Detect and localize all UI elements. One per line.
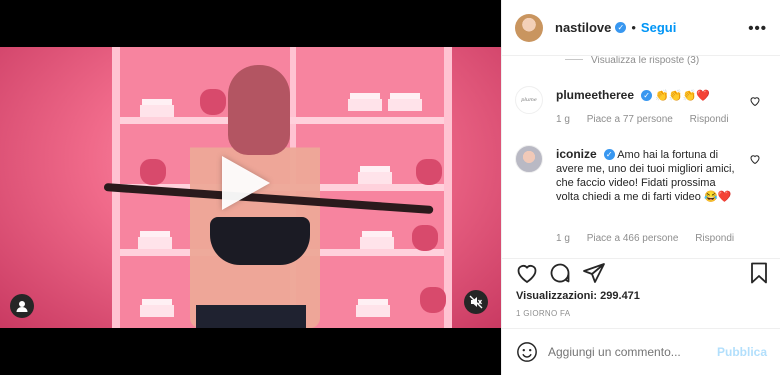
avatar[interactable]: [515, 13, 543, 42]
share-icon[interactable]: [582, 261, 606, 285]
views-label: Visualizzazioni:: [516, 290, 598, 302]
comment-input[interactable]: [548, 345, 717, 359]
follow-button[interactable]: Segui: [641, 20, 676, 35]
post-time[interactable]: 1 GIORNO FA: [516, 309, 570, 318]
comment-text: 👏👏👏❤️: [655, 90, 710, 102]
post-comment-button[interactable]: Pubblica: [717, 345, 767, 359]
user-tag-icon[interactable]: [10, 294, 34, 318]
verified-icon: ✓: [603, 149, 615, 160]
heart-icon[interactable]: [749, 95, 761, 107]
more-icon[interactable]: •••: [748, 20, 767, 37]
bookmark-icon[interactable]: [747, 261, 771, 285]
comment-age: 1 g: [556, 114, 570, 125]
mute-icon[interactable]: [464, 290, 488, 314]
reply-button[interactable]: Rispondi: [695, 233, 734, 244]
comment-age: 1 g: [556, 233, 570, 244]
comment-username[interactable]: iconize: [556, 147, 597, 161]
post-header: nastilove ✓ • Segui •••: [502, 0, 780, 56]
views-value: 299.471: [600, 290, 640, 302]
comment-composer: Pubblica: [502, 328, 780, 375]
post-username[interactable]: nastilove: [555, 20, 611, 35]
comment-meta: 1 g Piace a 77 persone Rispondi: [556, 114, 743, 125]
post-panel: nastilove ✓ • Segui ••• Visualizza le ri…: [501, 0, 780, 375]
comment-icon[interactable]: [548, 261, 572, 285]
views-count[interactable]: Visualizzazioni: 299.471: [516, 290, 640, 302]
verified-icon: ✓: [615, 22, 627, 33]
comment-avatar[interactable]: plume: [515, 86, 543, 114]
comment-likes[interactable]: Piace a 466 persone: [587, 233, 679, 244]
reply-button[interactable]: Rispondi: [690, 114, 729, 125]
view-replies-link[interactable]: Visualizza le risposte (3): [591, 56, 699, 66]
post-actions: Visualizzazioni: 299.471 1 GIORNO FA: [502, 258, 780, 320]
comment-likes[interactable]: Piace a 77 persone: [587, 114, 673, 125]
separator-dot: •: [631, 20, 636, 35]
video-player[interactable]: [0, 0, 501, 375]
comments-list[interactable]: Visualizza le risposte (3) plume plumeet…: [502, 56, 780, 258]
comment-avatar[interactable]: [515, 145, 543, 173]
comment-username[interactable]: plumeetheree: [556, 88, 634, 102]
comment-meta: 1 g Piace a 466 persone Rispondi: [556, 233, 748, 244]
verified-icon: ✓: [641, 90, 653, 101]
heart-icon[interactable]: [749, 153, 761, 165]
heart-icon[interactable]: [515, 261, 539, 285]
play-icon[interactable]: [222, 156, 270, 210]
emoji-icon[interactable]: [516, 341, 538, 363]
